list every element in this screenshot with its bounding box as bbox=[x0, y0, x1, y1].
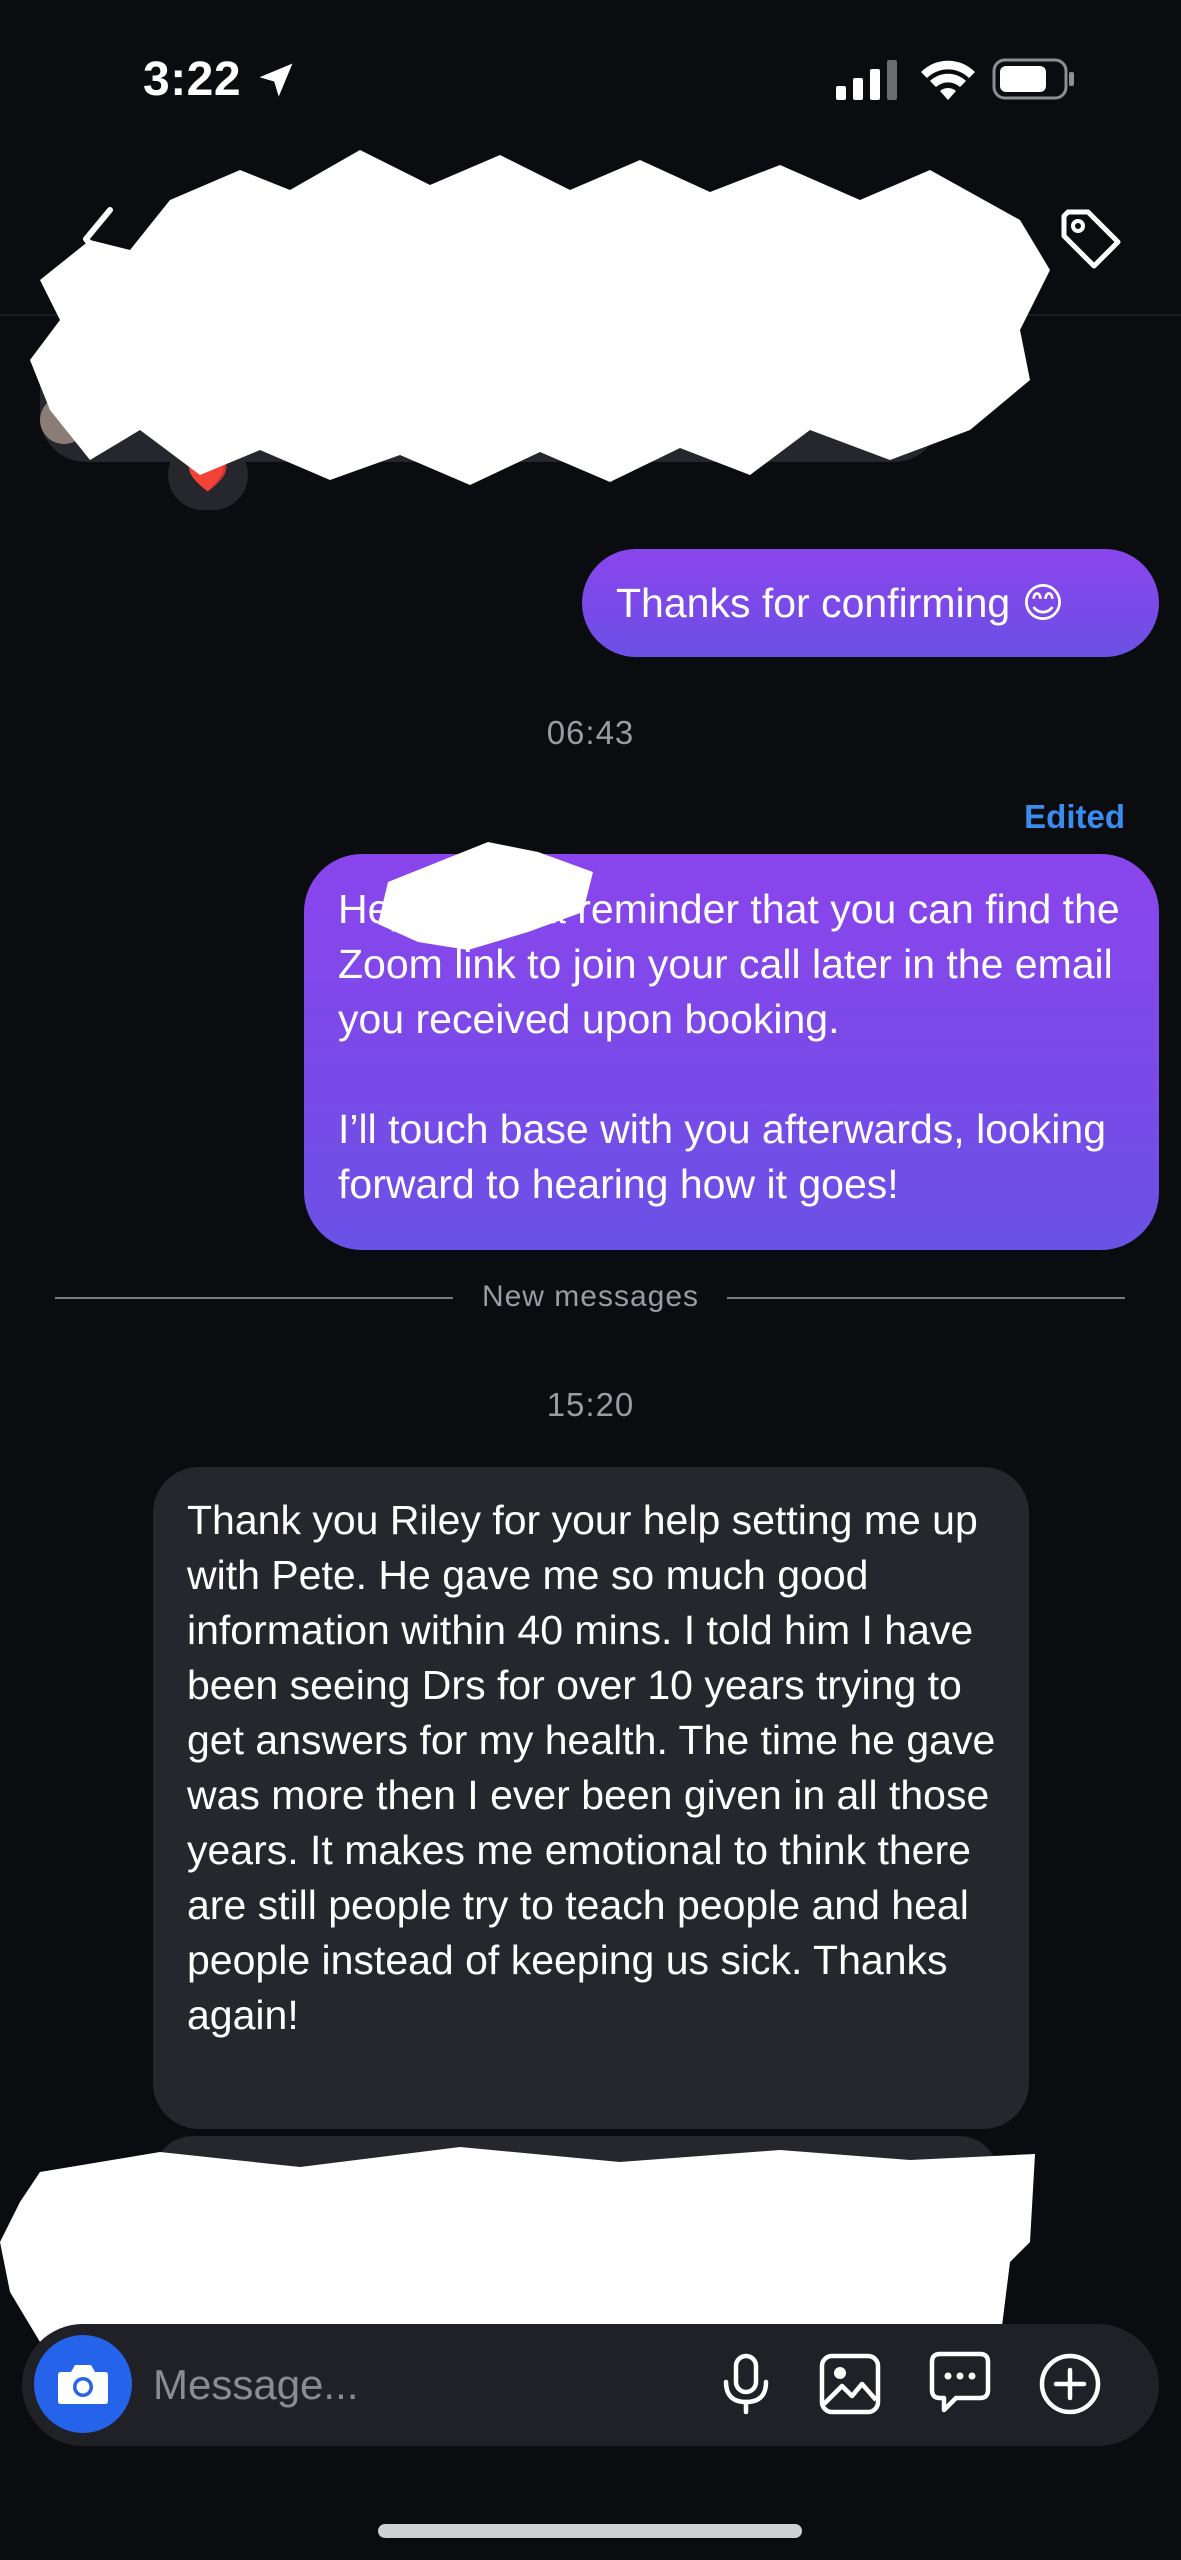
redaction-name bbox=[378, 842, 593, 950]
edited-label[interactable]: Edited bbox=[1024, 798, 1125, 836]
new-messages-label: New messages bbox=[481, 1280, 700, 1313]
timestamp: 15:20 bbox=[546, 1386, 635, 1423]
home-indicator[interactable] bbox=[378, 2524, 802, 2538]
message-input[interactable] bbox=[153, 2355, 673, 2415]
wifi-icon bbox=[921, 60, 975, 100]
incoming-message-text: Thank you Riley for your help setting me… bbox=[187, 1497, 996, 2038]
sticker-icon[interactable] bbox=[928, 2350, 992, 2414]
status-time: 3:22 bbox=[143, 53, 242, 106]
camera-button[interactable] bbox=[34, 2335, 132, 2433]
gallery-icon[interactable] bbox=[818, 2352, 882, 2416]
outgoing-message-text: I’ll touch base with you afterwards, loo… bbox=[338, 1106, 1107, 1207]
incoming-message-bubble[interactable]: Thank you Riley for your help setting me… bbox=[153, 1467, 1029, 2129]
timestamp: 06:43 bbox=[546, 714, 635, 751]
plus-circle-icon[interactable] bbox=[1038, 2352, 1102, 2416]
outgoing-message-bubble[interactable]: Thanks for confirming 😊 bbox=[582, 549, 1159, 657]
camera-icon bbox=[58, 2365, 108, 2404]
microphone-icon[interactable] bbox=[714, 2352, 778, 2416]
outgoing-message-text: Thanks for confirming 😊 bbox=[616, 579, 1065, 626]
signal-icon bbox=[836, 60, 897, 100]
location-arrow-icon bbox=[259, 63, 293, 97]
battery-icon bbox=[992, 58, 1074, 100]
redaction-top bbox=[30, 150, 1050, 485]
